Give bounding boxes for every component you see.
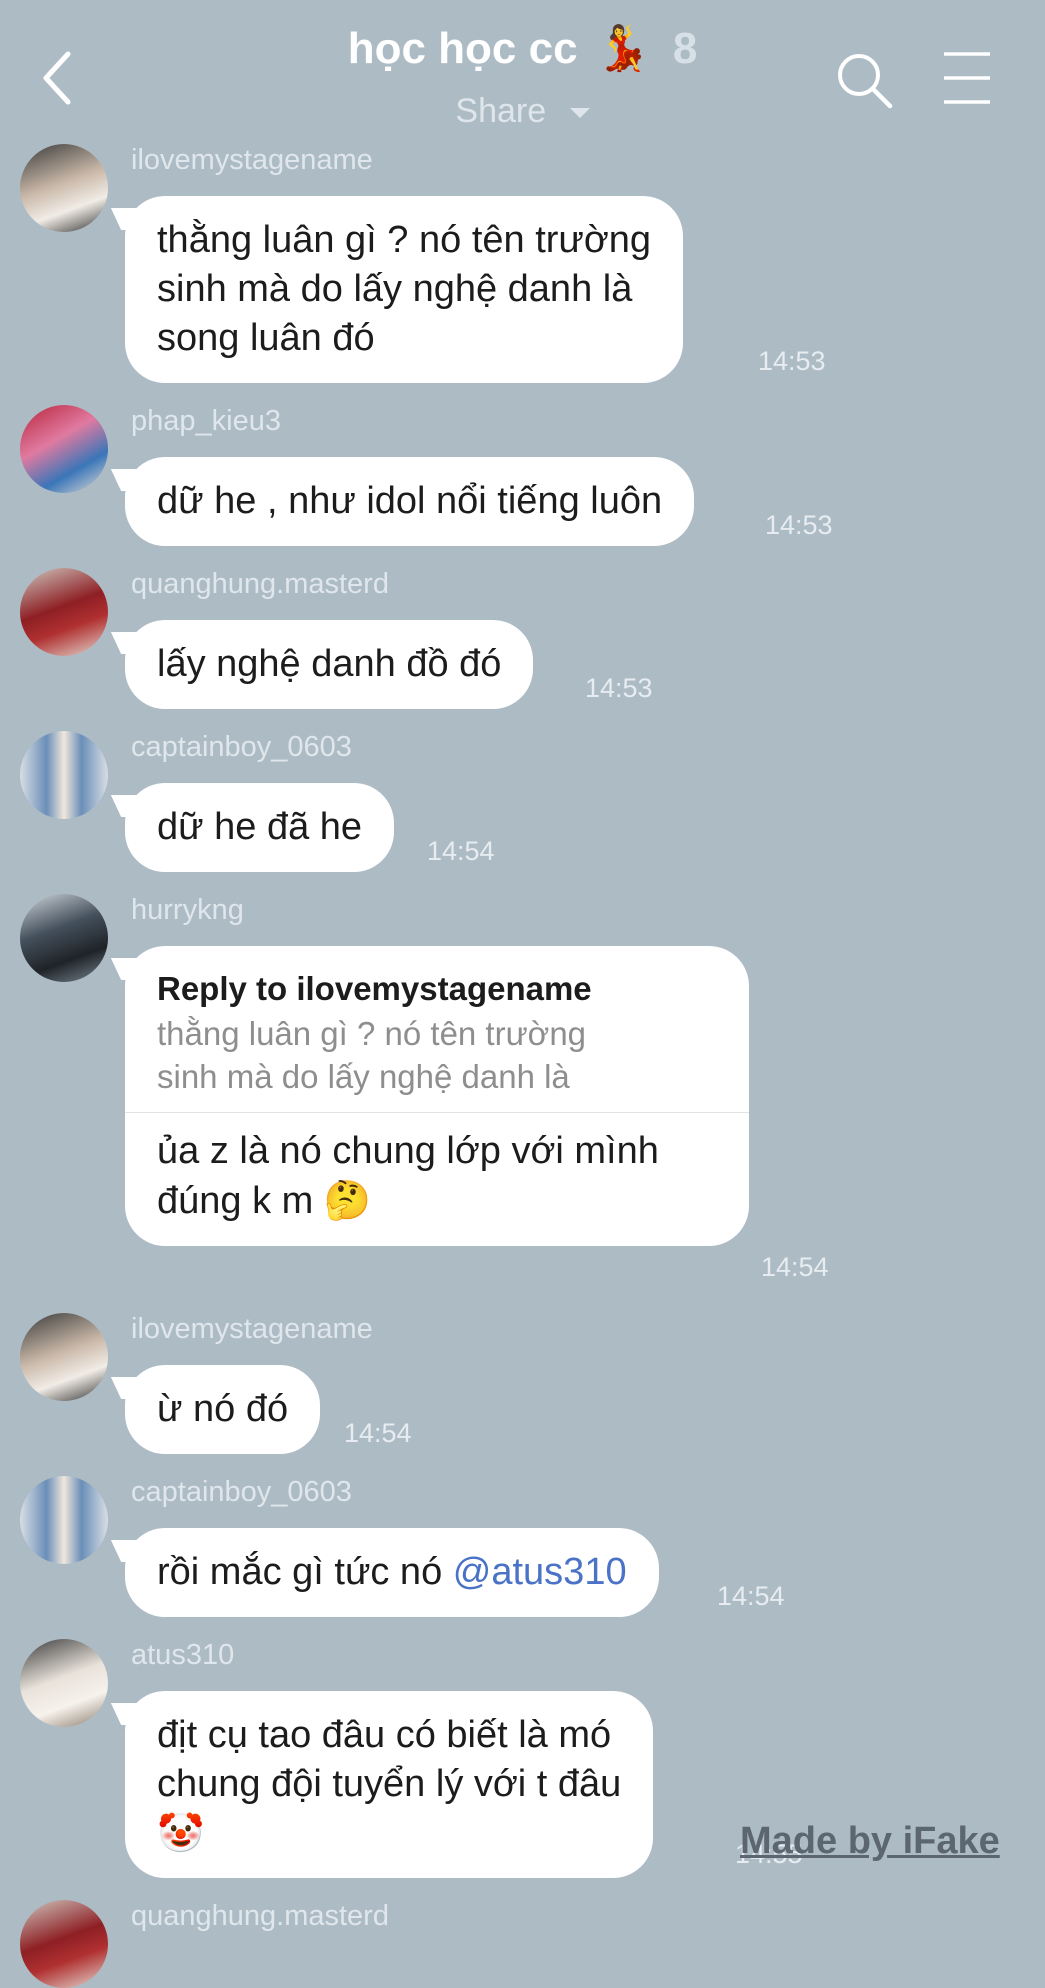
message-line: lấy nghệ danh đồ đó	[157, 643, 502, 685]
message-line: địt cụ tao đâu có biết là mó	[157, 1714, 612, 1756]
avatar[interactable]	[20, 731, 108, 819]
avatar[interactable]	[20, 1476, 108, 1564]
timestamp: 14:54	[344, 1418, 412, 1448]
avatar[interactable]	[20, 894, 108, 982]
member-count: 8	[672, 24, 698, 73]
chat-header: học học cc 💃 8 Share	[0, 0, 1045, 140]
username: phap_kieu3	[131, 405, 281, 437]
message-bubble[interactable]: dữ he đã he	[125, 783, 395, 872]
watermark: Made by iFake	[740, 1820, 1000, 1862]
timestamp: 14:53	[585, 673, 653, 703]
timestamp: 14:53	[765, 510, 833, 540]
message-bubble[interactable]: ừ nó đó	[125, 1365, 321, 1454]
username: ilovemystagename	[131, 144, 373, 176]
message-line: dữ he đã he	[157, 806, 363, 848]
timestamp: 14:53	[758, 346, 826, 376]
search-button[interactable]	[834, 50, 894, 110]
menu-button[interactable]	[942, 50, 992, 106]
mention-link[interactable]: @atus310	[453, 1551, 627, 1593]
message-bubble[interactable]: dữ he , như idol nổi tiếng luôn	[125, 457, 695, 546]
menu-icon	[944, 52, 990, 104]
message-line: đúng k m	[157, 1180, 314, 1222]
thinking-face-emoji: 🤔	[323, 1178, 372, 1222]
message-line: dữ he , như idol nổi tiếng luôn	[157, 480, 663, 522]
message-line: chung đội tuyển lý với t đâu	[157, 1763, 622, 1805]
username: captainboy_0603	[131, 1476, 352, 1508]
username: quanghung.masterd	[131, 568, 389, 600]
avatar[interactable]	[20, 568, 108, 656]
username: atus310	[131, 1639, 235, 1671]
avatar[interactable]	[20, 1313, 108, 1401]
reply-line: thằng luân gì ? nó tên trường	[157, 1015, 587, 1052]
message-line: ừ nó đó	[157, 1388, 289, 1430]
group-name: học học cc	[347, 24, 578, 73]
message-bubble[interactable]: địt cụ tao đâu có biết là mó chung đội t…	[125, 1691, 654, 1878]
reply-quote[interactable]: Reply to ilovemystagename thằng luân gì …	[125, 966, 749, 1113]
message-bubble[interactable]: Reply to ilovemystagename thằng luân gì …	[125, 946, 749, 1246]
avatar[interactable]	[20, 144, 108, 232]
clown-face-emoji: 🤡	[157, 1811, 205, 1855]
message-text: rồi mắc gì tức nó	[157, 1551, 443, 1593]
message-line: thằng luân gì ? nó tên trường	[157, 219, 652, 261]
timestamp: 14:54	[427, 836, 495, 866]
username: captainboy_0603	[131, 731, 352, 763]
reply-title: Reply to ilovemystagename	[157, 970, 592, 1007]
caret-down-icon	[569, 108, 590, 119]
message-bubble[interactable]: rồi mắc gì tức nó @atus310	[125, 1528, 659, 1617]
message-line: ủa z là nó chung lớp với mình	[157, 1130, 659, 1172]
username: quanghung.masterd	[131, 1900, 389, 1932]
message-bubble[interactable]: thằng luân gì ? nó tên trường sinh mà do…	[125, 196, 684, 383]
message-bubble[interactable]: lấy nghệ danh đồ đó	[125, 620, 534, 709]
timestamp: 14:54	[717, 1581, 785, 1611]
message-line: song luân đó	[157, 317, 375, 359]
share-label: Share	[455, 92, 547, 130]
avatar[interactable]	[20, 1900, 108, 1988]
avatar[interactable]	[20, 405, 108, 493]
timestamp: 14:54	[761, 1252, 829, 1282]
message-line: sinh mà do lấy nghệ danh là	[157, 268, 633, 310]
reply-line: sinh mà do lấy nghệ danh là	[157, 1058, 570, 1095]
search-icon	[838, 54, 893, 109]
username: hurrykng	[131, 894, 244, 926]
avatar[interactable]	[20, 1639, 108, 1727]
username: ilovemystagename	[131, 1313, 373, 1345]
dancer-emoji: 💃	[595, 23, 651, 74]
